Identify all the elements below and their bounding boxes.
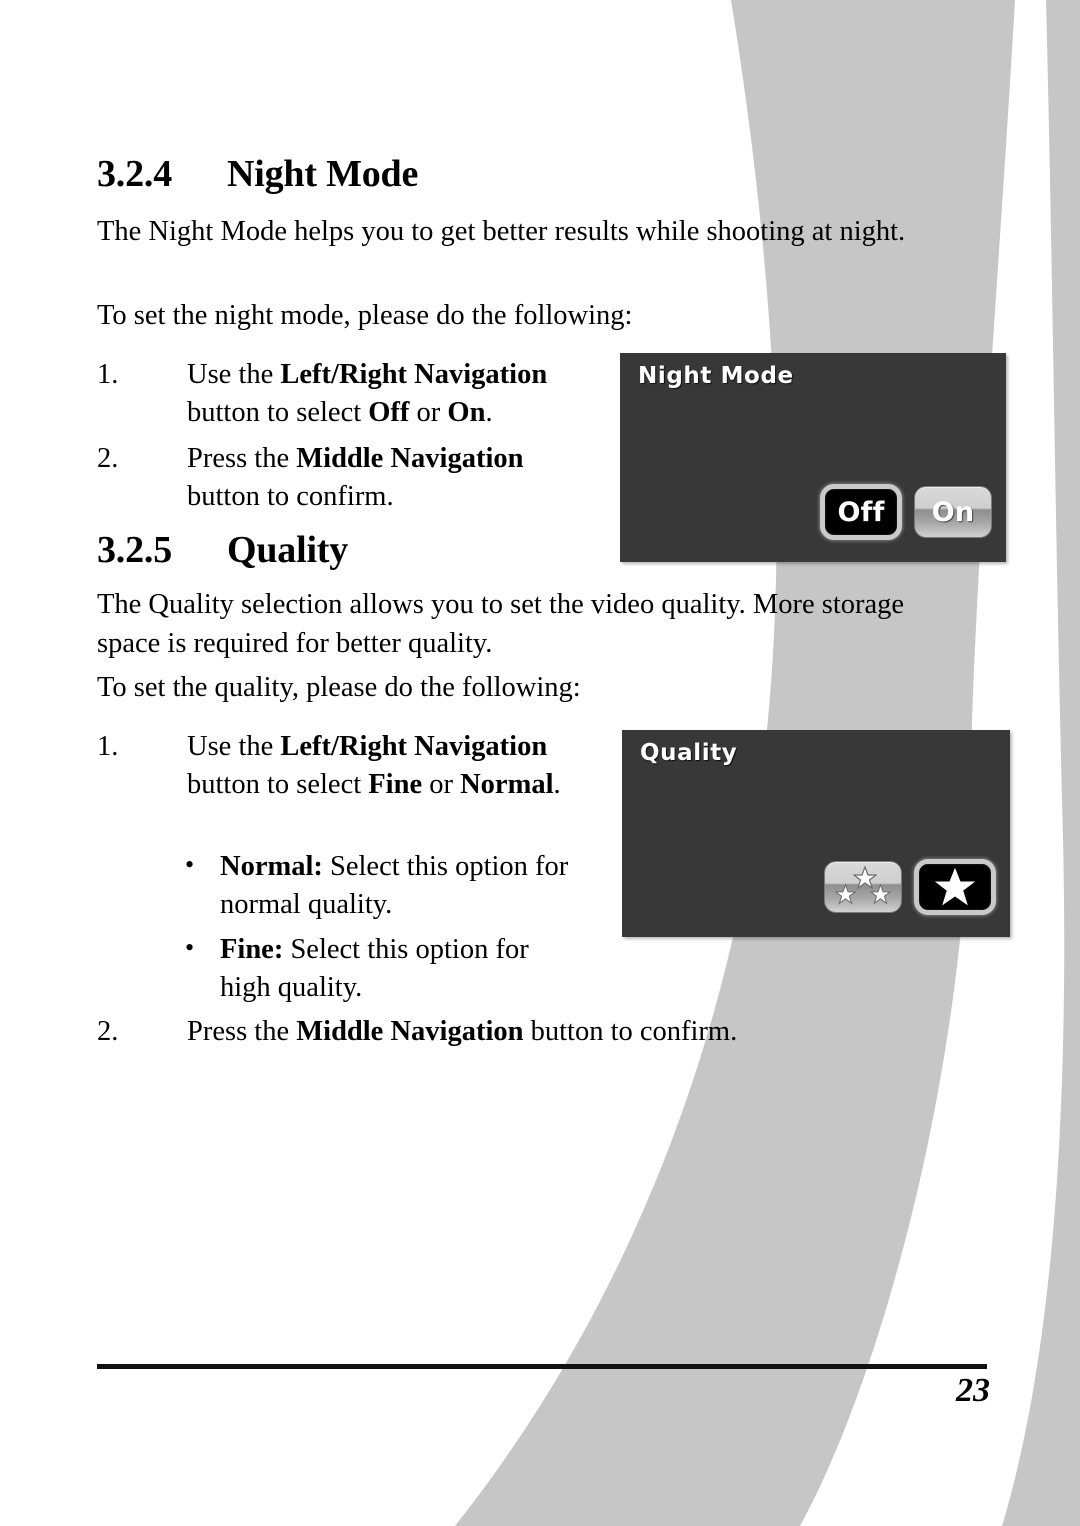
night-mode-screenshot-panel: Night Mode Off On	[620, 353, 1006, 562]
panel-option-buttons	[824, 859, 996, 915]
list-marker: 1.	[97, 731, 119, 762]
list-item: 2. Press the Middle Navigation button to…	[97, 440, 602, 516]
list-item-text: Use the Left/Right Navigation button to …	[187, 359, 548, 428]
night-mode-on-button[interactable]: On	[914, 486, 992, 538]
heading-night-mode: 3.2.4 Night Mode	[97, 152, 418, 196]
heading-title: Night Mode	[227, 153, 419, 195]
single-star-icon	[934, 867, 976, 906]
manual-page: 3.2.4 Night Mode The Night Mode helps you…	[0, 0, 1080, 1526]
list-item: 1. Use the Left/Right Navigation button …	[97, 728, 602, 804]
heading-number: 3.2.4	[97, 153, 173, 195]
quality-screenshot-panel: Quality	[622, 730, 1010, 937]
night-mode-lead-in: To set the night mode, please do the fol…	[97, 300, 633, 331]
list-item-text: Use the Left/Right Navigation button to …	[187, 731, 561, 800]
night-mode-on-label: On	[931, 496, 975, 528]
quality-normal-button[interactable]	[824, 861, 902, 913]
bullet-glyph: •	[185, 850, 195, 879]
footer-rule	[97, 1364, 987, 1369]
bullet-text: Fine: Select this option for high qualit…	[220, 934, 529, 1003]
night-mode-off-label: Off	[837, 496, 885, 528]
star-icon	[835, 884, 856, 905]
panel-title: Night Mode	[638, 363, 794, 389]
heading-quality: 3.2.5 Quality	[97, 528, 348, 572]
three-stars-icon	[833, 866, 893, 908]
bullet-text: Normal: Select this option for normal qu…	[220, 851, 569, 920]
night-mode-intro: The Night Mode helps you to get better r…	[97, 216, 906, 247]
list-item: • Fine: Select this option for high qual…	[185, 931, 585, 1007]
night-mode-off-button[interactable]: Off	[820, 484, 902, 540]
quality-fine-button[interactable]	[914, 859, 996, 915]
list-item-text: Press the Middle Navigation button to co…	[187, 1016, 738, 1047]
star-icon	[870, 884, 891, 905]
list-marker: 2.	[97, 1016, 119, 1047]
list-item-text: Press the Middle Navigation button to co…	[187, 443, 524, 512]
decor-band-outer	[1002, 0, 1080, 1526]
page-number: 23	[956, 1372, 990, 1409]
quality-intro: The Quality selection allows you to set …	[97, 589, 905, 659]
bullet-glyph: •	[185, 933, 195, 962]
panel-title: Quality	[640, 740, 738, 766]
list-item: 2. Press the Middle Navigation button to…	[97, 1013, 887, 1051]
heading-number: 3.2.5	[97, 529, 173, 571]
heading-title: Quality	[227, 529, 349, 571]
list-marker: 2.	[97, 443, 119, 474]
panel-option-buttons: Off On	[820, 484, 992, 540]
list-marker: 1.	[97, 359, 119, 390]
list-item: • Normal: Select this option for normal …	[185, 848, 585, 924]
quality-lead-in: To set the quality, please do the follow…	[97, 672, 581, 703]
list-item: 1. Use the Left/Right Navigation button …	[97, 356, 602, 432]
